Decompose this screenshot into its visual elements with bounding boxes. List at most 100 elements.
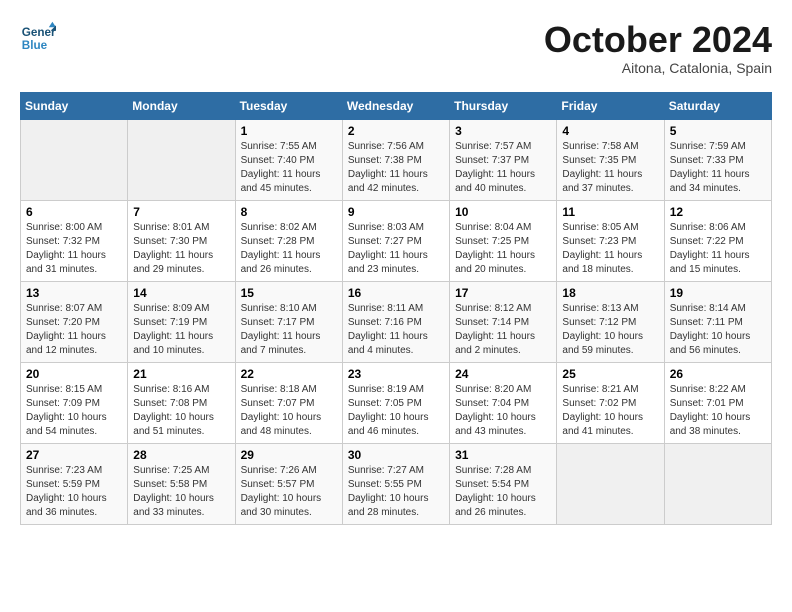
header-row: SundayMondayTuesdayWednesdayThursdayFrid… (21, 92, 772, 119)
svg-text:Blue: Blue (22, 39, 48, 52)
calendar-week-2: 6 Sunrise: 8:00 AM Sunset: 7:32 PM Daylig… (21, 200, 772, 281)
day-number: 16 (348, 286, 444, 300)
day-number: 20 (26, 367, 122, 381)
day-number: 17 (455, 286, 551, 300)
day-info: Sunrise: 8:18 AM Sunset: 7:07 PM Dayligh… (241, 383, 337, 439)
day-info: Sunrise: 7:58 AM Sunset: 7:35 PM Dayligh… (562, 140, 658, 196)
calendar-cell: 18 Sunrise: 8:13 AM Sunset: 7:12 PM Dayli… (557, 281, 664, 362)
column-header-thursday: Thursday (450, 92, 557, 119)
day-info: Sunrise: 7:57 AM Sunset: 7:37 PM Dayligh… (455, 140, 551, 196)
calendar-cell: 22 Sunrise: 8:18 AM Sunset: 7:07 PM Dayli… (235, 362, 342, 443)
day-info: Sunrise: 8:22 AM Sunset: 7:01 PM Dayligh… (670, 383, 766, 439)
logo: General Blue (20, 20, 56, 56)
day-info: Sunrise: 8:16 AM Sunset: 7:08 PM Dayligh… (133, 383, 229, 439)
day-info: Sunrise: 8:13 AM Sunset: 7:12 PM Dayligh… (562, 302, 658, 358)
column-header-friday: Friday (557, 92, 664, 119)
day-info: Sunrise: 8:02 AM Sunset: 7:28 PM Dayligh… (241, 221, 337, 277)
day-info: Sunrise: 8:00 AM Sunset: 7:32 PM Dayligh… (26, 221, 122, 277)
day-info: Sunrise: 8:11 AM Sunset: 7:16 PM Dayligh… (348, 302, 444, 358)
day-number: 15 (241, 286, 337, 300)
day-info: Sunrise: 8:05 AM Sunset: 7:23 PM Dayligh… (562, 221, 658, 277)
calendar-table: SundayMondayTuesdayWednesdayThursdayFrid… (20, 92, 772, 525)
day-info: Sunrise: 8:21 AM Sunset: 7:02 PM Dayligh… (562, 383, 658, 439)
column-header-monday: Monday (128, 92, 235, 119)
calendar-week-3: 13Sunrise: 8:07 AM Sunset: 7:20 PM Dayli… (21, 281, 772, 362)
day-number: 26 (670, 367, 766, 381)
day-number: 14 (133, 286, 229, 300)
day-info: Sunrise: 8:14 AM Sunset: 7:11 PM Dayligh… (670, 302, 766, 358)
column-header-sunday: Sunday (21, 92, 128, 119)
day-info: Sunrise: 7:23 AM Sunset: 5:59 PM Dayligh… (26, 464, 122, 520)
calendar-cell: 10Sunrise: 8:04 AM Sunset: 7:25 PM Dayli… (450, 200, 557, 281)
day-number: 29 (241, 448, 337, 462)
calendar-cell: 27 Sunrise: 7:23 AM Sunset: 5:59 PM Dayli… (21, 443, 128, 524)
calendar-cell (128, 119, 235, 200)
day-number: 4 (562, 124, 658, 138)
calendar-cell: 17 Sunrise: 8:12 AM Sunset: 7:14 PM Dayli… (450, 281, 557, 362)
day-number: 31 (455, 448, 551, 462)
calendar-cell: 2Sunrise: 7:56 AM Sunset: 7:38 PM Daylig… (342, 119, 449, 200)
calendar-cell: 28Sunrise: 7:25 AM Sunset: 5:58 PM Dayli… (128, 443, 235, 524)
calendar-cell: 24 Sunrise: 8:20 AM Sunset: 7:04 PM Dayli… (450, 362, 557, 443)
calendar-cell: 8 Sunrise: 8:02 AM Sunset: 7:28 PM Daylig… (235, 200, 342, 281)
calendar-cell: 21 Sunrise: 8:16 AM Sunset: 7:08 PM Dayli… (128, 362, 235, 443)
day-info: Sunrise: 7:25 AM Sunset: 5:58 PM Dayligh… (133, 464, 229, 520)
calendar-cell (664, 443, 771, 524)
title-block: October 2024 Aitona, Catalonia, Spain (544, 20, 772, 76)
calendar-cell (557, 443, 664, 524)
day-number: 7 (133, 205, 229, 219)
calendar-cell: 4 Sunrise: 7:58 AM Sunset: 7:35 PM Daylig… (557, 119, 664, 200)
day-number: 30 (348, 448, 444, 462)
day-info: Sunrise: 7:59 AM Sunset: 7:33 PM Dayligh… (670, 140, 766, 196)
day-info: Sunrise: 7:55 AM Sunset: 7:40 PM Dayligh… (241, 140, 337, 196)
calendar-cell: 29Sunrise: 7:26 AM Sunset: 5:57 PM Dayli… (235, 443, 342, 524)
calendar-week-5: 27 Sunrise: 7:23 AM Sunset: 5:59 PM Dayli… (21, 443, 772, 524)
calendar-cell: 7 Sunrise: 8:01 AM Sunset: 7:30 PM Daylig… (128, 200, 235, 281)
calendar-cell: 12Sunrise: 8:06 AM Sunset: 7:22 PM Dayli… (664, 200, 771, 281)
calendar-cell: 14Sunrise: 8:09 AM Sunset: 7:19 PM Dayli… (128, 281, 235, 362)
day-number: 19 (670, 286, 766, 300)
day-number: 11 (562, 205, 658, 219)
calendar-cell: 13Sunrise: 8:07 AM Sunset: 7:20 PM Dayli… (21, 281, 128, 362)
day-number: 21 (133, 367, 229, 381)
day-info: Sunrise: 7:27 AM Sunset: 5:55 PM Dayligh… (348, 464, 444, 520)
calendar-cell: 16 Sunrise: 8:11 AM Sunset: 7:16 PM Dayli… (342, 281, 449, 362)
day-info: Sunrise: 8:15 AM Sunset: 7:09 PM Dayligh… (26, 383, 122, 439)
day-number: 22 (241, 367, 337, 381)
calendar-week-1: 1 Sunrise: 7:55 AM Sunset: 7:40 PM Daylig… (21, 119, 772, 200)
day-info: Sunrise: 8:03 AM Sunset: 7:27 PM Dayligh… (348, 221, 444, 277)
logo-icon: General Blue (20, 20, 56, 56)
day-number: 27 (26, 448, 122, 462)
calendar-cell: 23Sunrise: 8:19 AM Sunset: 7:05 PM Dayli… (342, 362, 449, 443)
calendar-cell: 31 Sunrise: 7:28 AM Sunset: 5:54 PM Dayli… (450, 443, 557, 524)
calendar-header: SundayMondayTuesdayWednesdayThursdayFrid… (21, 92, 772, 119)
page-header: General Blue October 2024 Aitona, Catalo… (20, 20, 772, 76)
day-number: 8 (241, 205, 337, 219)
location-subtitle: Aitona, Catalonia, Spain (544, 60, 772, 76)
day-number: 2 (348, 124, 444, 138)
day-number: 5 (670, 124, 766, 138)
calendar-cell (21, 119, 128, 200)
column-header-saturday: Saturday (664, 92, 771, 119)
day-info: Sunrise: 8:12 AM Sunset: 7:14 PM Dayligh… (455, 302, 551, 358)
day-number: 18 (562, 286, 658, 300)
day-info: Sunrise: 8:20 AM Sunset: 7:04 PM Dayligh… (455, 383, 551, 439)
calendar-cell: 19 Sunrise: 8:14 AM Sunset: 7:11 PM Dayli… (664, 281, 771, 362)
calendar-cell: 11 Sunrise: 8:05 AM Sunset: 7:23 PM Dayli… (557, 200, 664, 281)
day-info: Sunrise: 8:01 AM Sunset: 7:30 PM Dayligh… (133, 221, 229, 277)
day-number: 12 (670, 205, 766, 219)
day-number: 9 (348, 205, 444, 219)
day-number: 6 (26, 205, 122, 219)
calendar-cell: 9 Sunrise: 8:03 AM Sunset: 7:27 PM Daylig… (342, 200, 449, 281)
day-number: 1 (241, 124, 337, 138)
day-info: Sunrise: 7:28 AM Sunset: 5:54 PM Dayligh… (455, 464, 551, 520)
calendar-cell: 6 Sunrise: 8:00 AM Sunset: 7:32 PM Daylig… (21, 200, 128, 281)
calendar-cell: 25 Sunrise: 8:21 AM Sunset: 7:02 PM Dayli… (557, 362, 664, 443)
calendar-body: 1 Sunrise: 7:55 AM Sunset: 7:40 PM Daylig… (21, 119, 772, 524)
calendar-cell: 5 Sunrise: 7:59 AM Sunset: 7:33 PM Daylig… (664, 119, 771, 200)
day-number: 25 (562, 367, 658, 381)
calendar-cell: 15Sunrise: 8:10 AM Sunset: 7:17 PM Dayli… (235, 281, 342, 362)
calendar-cell: 3Sunrise: 7:57 AM Sunset: 7:37 PM Daylig… (450, 119, 557, 200)
calendar-week-4: 20 Sunrise: 8:15 AM Sunset: 7:09 PM Dayli… (21, 362, 772, 443)
day-number: 24 (455, 367, 551, 381)
